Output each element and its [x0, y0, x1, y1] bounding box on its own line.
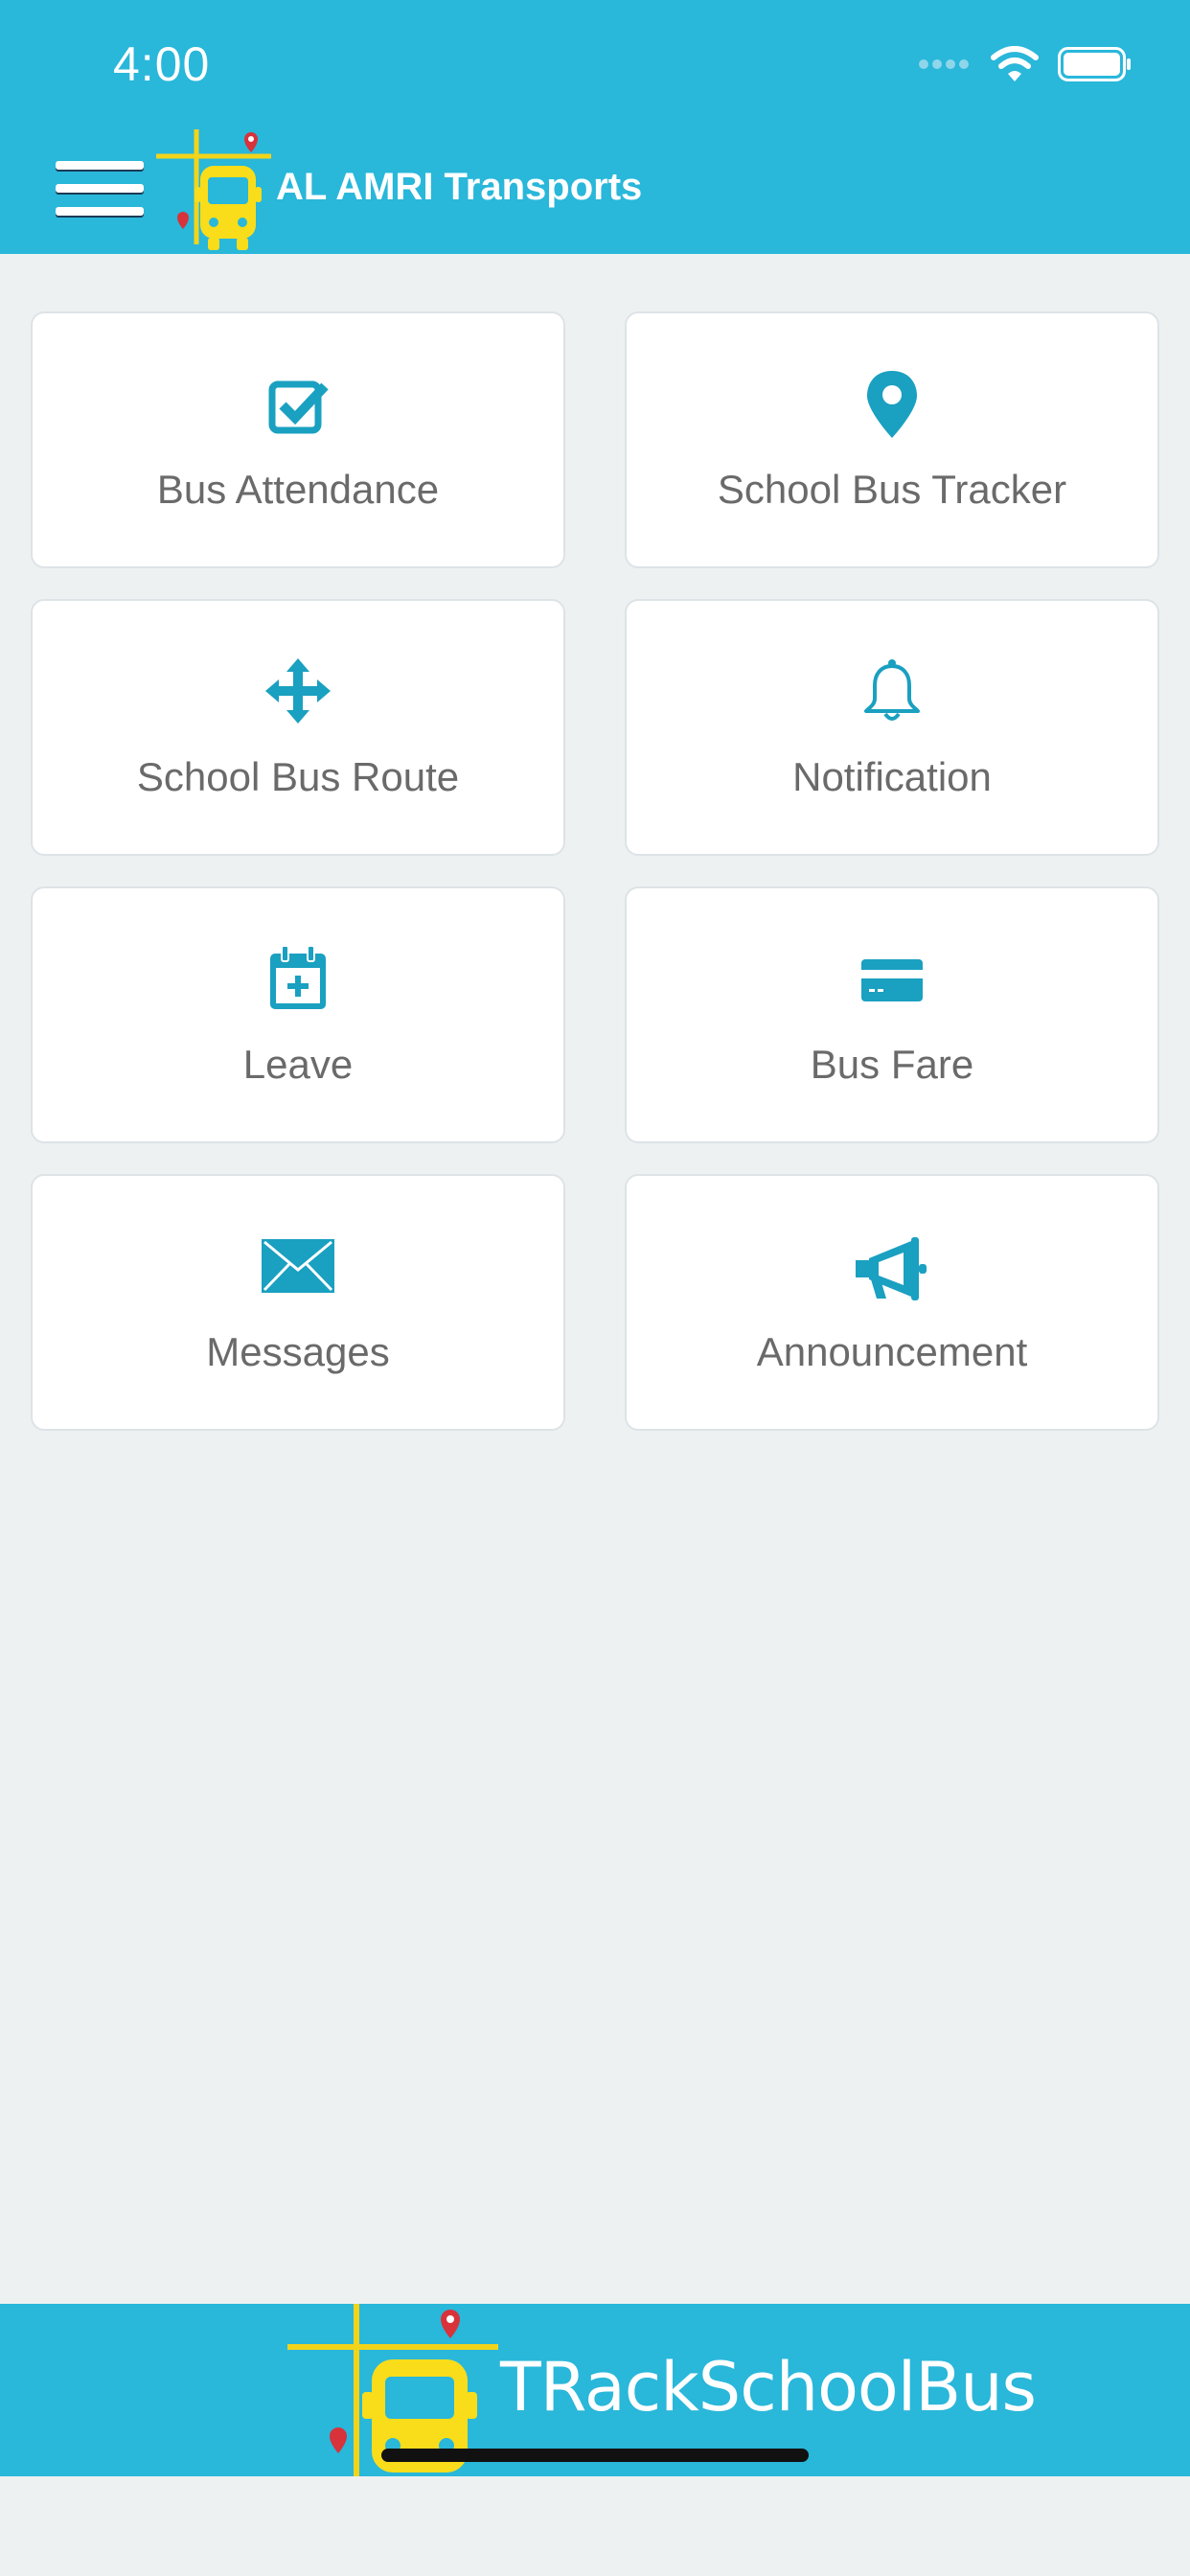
card-label: Bus Fare: [810, 1042, 974, 1087]
calendar-plus-icon: [270, 945, 326, 1009]
school-bus-tracker-card[interactable]: School Bus Tracker: [625, 311, 1159, 568]
battery-icon: [1058, 47, 1131, 81]
home-indicator[interactable]: [381, 2449, 809, 2462]
leave-card[interactable]: Leave: [31, 886, 565, 1143]
bell-icon: [864, 659, 920, 721]
bus-attendance-card[interactable]: Bus Attendance: [31, 311, 565, 568]
map-pin-icon: [867, 371, 917, 438]
card-label: Messages: [206, 1329, 390, 1374]
card-label: School Bus Route: [136, 754, 460, 799]
move-arrows-icon: [265, 658, 331, 724]
cellular-signal-icon: [919, 59, 969, 69]
credit-card-icon: [861, 959, 923, 1001]
envelope-icon: [262, 1239, 334, 1293]
wifi-icon: [991, 46, 1039, 81]
bus-fare-card[interactable]: Bus Fare: [625, 886, 1159, 1143]
checkbox-icon: [268, 380, 329, 434]
bus-logo-icon: [156, 129, 271, 250]
status-icons: [918, 46, 1133, 82]
card-label: School Bus Tracker: [717, 467, 1067, 512]
brand-name: TRackSchoolBus: [500, 2348, 1037, 2426]
messages-card[interactable]: Messages: [31, 1174, 565, 1431]
app-title: AL AMRI Transports: [276, 166, 643, 208]
notification-card[interactable]: Notification: [625, 599, 1159, 856]
status-time: 4:00: [113, 37, 211, 91]
megaphone-icon: [856, 1237, 927, 1300]
feature-grid: Bus Attendance School Bus Tracker School…: [31, 311, 1159, 1431]
card-label: Leave: [242, 1042, 354, 1087]
announcement-card[interactable]: Announcement: [625, 1174, 1159, 1431]
app-bar: AL AMRI Transports: [0, 129, 1190, 254]
school-bus-route-card[interactable]: School Bus Route: [31, 599, 565, 856]
card-label: Notification: [792, 754, 992, 799]
hamburger-menu-button[interactable]: [56, 161, 144, 222]
card-label: Bus Attendance: [156, 467, 440, 512]
status-bar: 4:00: [0, 0, 1190, 129]
card-label: Announcement: [756, 1329, 1028, 1374]
